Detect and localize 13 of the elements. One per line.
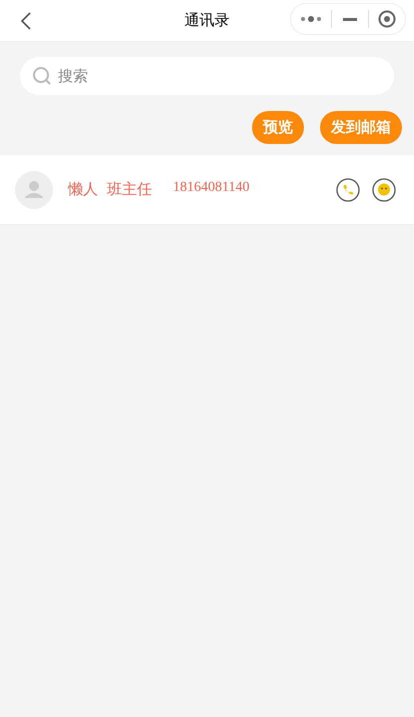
contact-name: 懒人	[68, 179, 98, 200]
search-icon	[32, 66, 52, 86]
phone-number: 18164081140	[173, 178, 250, 196]
chat-icon[interactable]	[372, 178, 396, 202]
action-button[interactable]: 发到邮箱	[320, 111, 402, 144]
window-title: 通讯录	[184, 10, 230, 32]
action-button[interactable]: 预览	[252, 111, 304, 144]
search-field[interactable]: 搜索	[20, 57, 394, 95]
capsule-menu[interactable]	[290, 3, 406, 35]
contact-role: 班主任	[107, 179, 152, 200]
back-icon[interactable]	[20, 10, 32, 30]
avatar-icon	[15, 170, 53, 208]
phone-icon[interactable]	[336, 178, 360, 202]
